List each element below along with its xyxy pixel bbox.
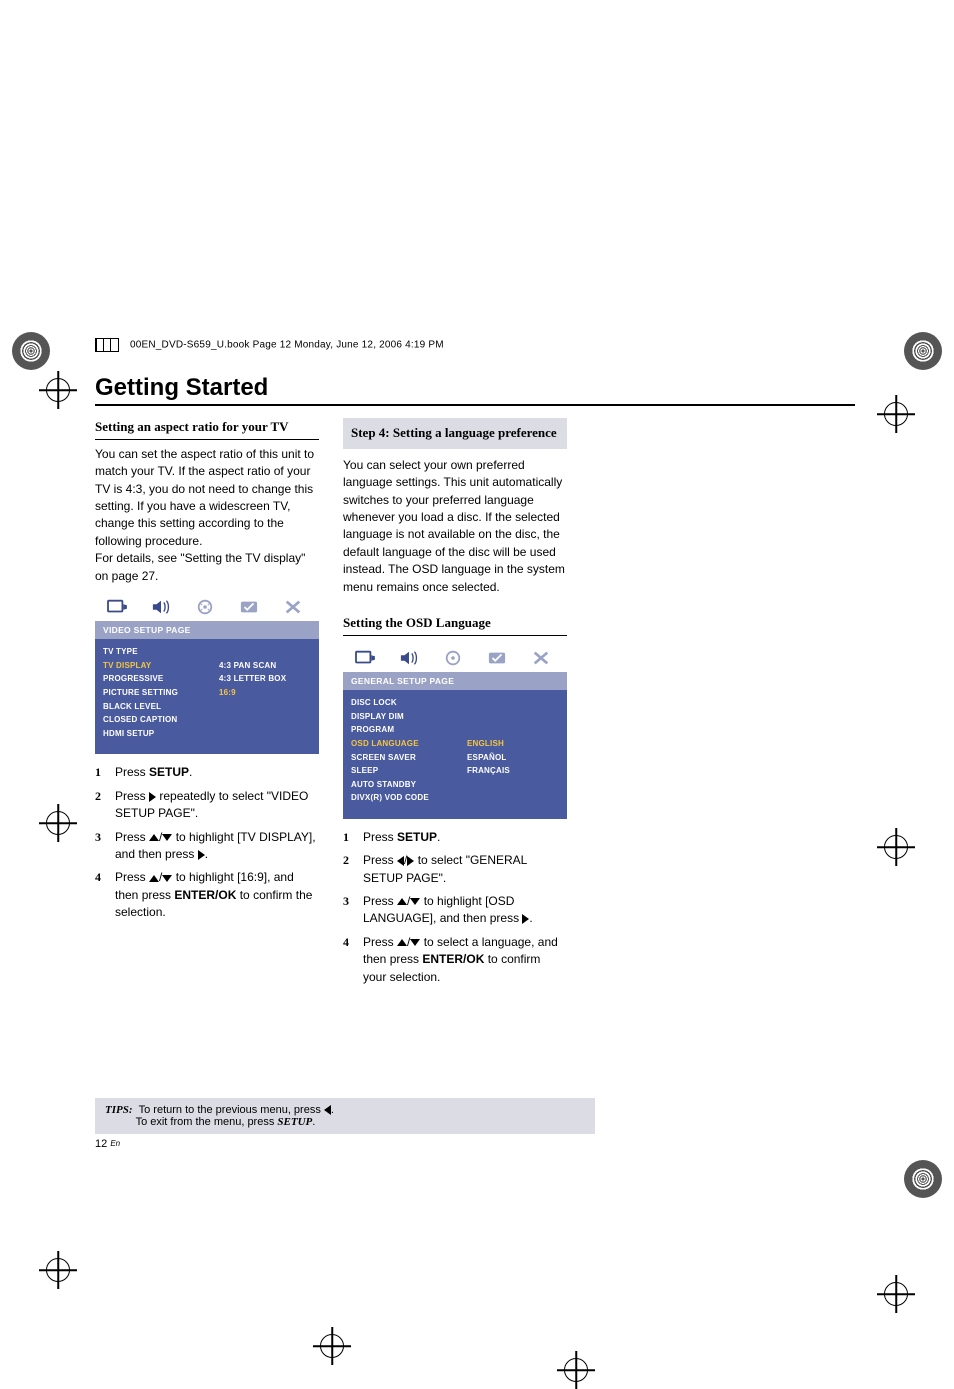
- right-arrow-icon: [198, 850, 205, 860]
- down-arrow-icon: [162, 834, 172, 841]
- book-filename: 00EN_DVD-S659_U.book Page 12 Monday, Jun…: [130, 340, 444, 351]
- tab-video-icon: [183, 598, 227, 616]
- l-step1: Press SETUP.: [115, 764, 192, 781]
- up-arrow-icon: [149, 834, 159, 841]
- right-arrow-icon: [149, 792, 156, 802]
- up-arrow-icon: [149, 875, 159, 882]
- down-arrow-icon: [410, 939, 420, 946]
- page-number: 12 En: [95, 1138, 120, 1150]
- r-step4: Press / to select a language, and then p…: [363, 934, 567, 986]
- tab-pref-icon: [227, 598, 271, 616]
- title-rule: [95, 404, 855, 406]
- l-step4: Press / to highlight [16:9], and then pr…: [115, 869, 319, 921]
- tab-audio-icon: [139, 598, 183, 616]
- osd-title: GENERAL SETUP PAGE: [343, 672, 567, 690]
- left-para1: You can set the aspect ratio of this uni…: [95, 446, 319, 550]
- left-heading: Setting an aspect ratio for your TV: [95, 418, 319, 440]
- r-step2: Press / to select "GENERAL SETUP PAGE".: [363, 852, 567, 887]
- up-arrow-icon: [397, 898, 407, 905]
- tips-box: TIPS: To return to the previous menu, pr…: [95, 1098, 595, 1134]
- tab-general-icon: [95, 598, 139, 616]
- page-title: Getting Started: [95, 374, 855, 402]
- left-para2: For details, see "Setting the TV display…: [95, 550, 319, 585]
- l-step3: Press / to highlight [TV DISPLAY], and t…: [115, 829, 319, 864]
- right-para: You can select your own preferred langua…: [343, 457, 567, 596]
- tab-exit-icon: [519, 649, 563, 667]
- tab-audio-icon: [387, 649, 431, 667]
- general-setup-osd: GENERAL SETUP PAGE DISC LOCK DISPLAY DIM…: [343, 644, 567, 819]
- l-step2: Press repeatedly to select "VIDEO SETUP …: [115, 788, 319, 823]
- tab-exit-icon: [271, 598, 315, 616]
- down-arrow-icon: [410, 898, 420, 905]
- right-heading: Setting the OSD Language: [343, 614, 567, 636]
- book-icon: [95, 338, 119, 352]
- tab-pref-icon: [475, 649, 519, 667]
- step4-box: Step 4: Setting a language preference: [343, 418, 567, 449]
- tab-general-icon: [343, 649, 387, 667]
- book-header-line: 00EN_DVD-S659_U.book Page 12 Monday, Jun…: [95, 338, 855, 352]
- r-step1: Press SETUP.: [363, 829, 440, 846]
- left-arrow-icon: [397, 856, 404, 866]
- video-setup-osd: VIDEO SETUP PAGE TV TYPE TV DISPLAY4:3 P…: [95, 593, 319, 754]
- osd-title: VIDEO SETUP PAGE: [95, 621, 319, 639]
- tab-video-icon: [431, 649, 475, 667]
- left-arrow-icon: [324, 1105, 331, 1115]
- up-arrow-icon: [397, 939, 407, 946]
- down-arrow-icon: [162, 875, 172, 882]
- r-step3: Press / to highlight [OSD LANGUAGE], and…: [363, 893, 567, 928]
